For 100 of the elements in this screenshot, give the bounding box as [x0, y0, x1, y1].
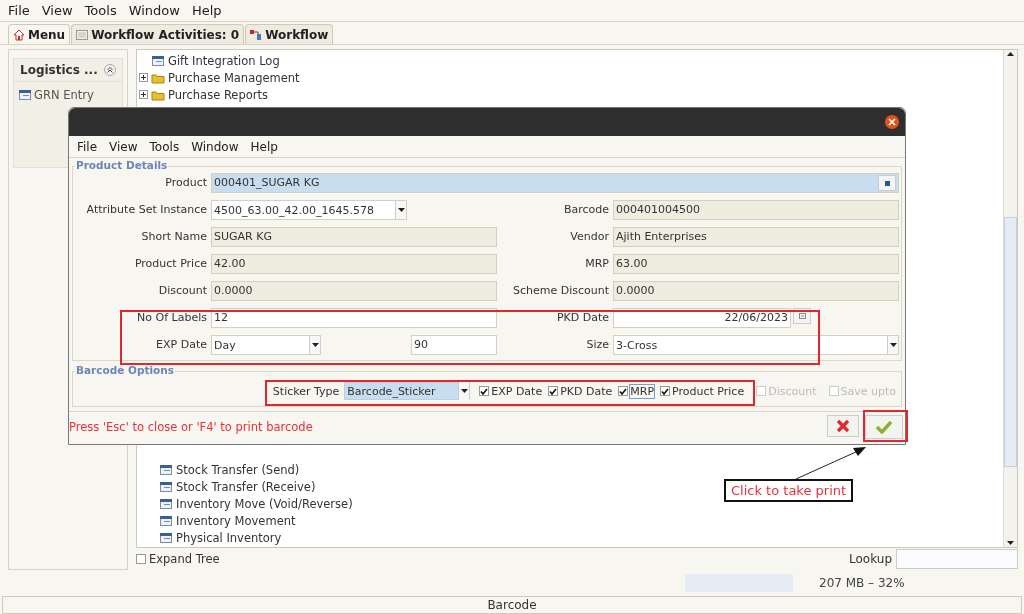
input-field[interactable]: 000401_SUGAR KG — [211, 173, 899, 193]
calendar-icon — [798, 313, 806, 319]
date-field[interactable]: 22/06/2023 — [613, 308, 791, 328]
field-label: Product Price — [133, 256, 207, 272]
input-field: SUGAR KG — [211, 227, 497, 247]
folder-icon — [151, 88, 165, 101]
field-label: MRP — [584, 256, 609, 272]
callout-label: Click to take print — [724, 479, 854, 502]
menu-item[interactable]: Window — [122, 3, 186, 18]
close-button[interactable] — [885, 115, 899, 129]
window-icon — [159, 531, 173, 544]
menu-item[interactable]: Tools — [78, 3, 123, 18]
checkbox[interactable] — [618, 386, 629, 396]
scrollbar[interactable] — [1003, 50, 1017, 548]
dropdown[interactable]: Barcode_Sticker — [344, 382, 471, 400]
check-icon — [875, 419, 893, 434]
field-label: Scheme Discount — [511, 283, 609, 299]
checkbox-label: Discount — [768, 384, 817, 398]
scroll-down-icon[interactable] — [1004, 539, 1017, 547]
dropdown[interactable]: 4500_63.00_42.00_1645.578 — [211, 200, 407, 220]
caret-icon — [311, 343, 319, 347]
input-field: 63.00 — [613, 254, 899, 274]
tree-item[interactable]: Inventory Movement — [157, 512, 296, 530]
check-icon — [619, 387, 628, 395]
window-icon — [159, 463, 173, 476]
checkbox-label[interactable]: Expand Tree — [149, 552, 220, 566]
expand-icon[interactable] — [139, 73, 148, 82]
tab[interactable]: Workflow Activities: 0 — [71, 24, 245, 44]
field-label: Attribute Set Instance — [85, 202, 207, 218]
home-icon — [13, 28, 25, 41]
input-field[interactable]: 90 — [411, 335, 497, 355]
caret-icon — [460, 389, 468, 393]
section-title: Product Details — [75, 159, 169, 171]
input-field: 0.0000 — [211, 281, 497, 301]
input-field: 000401004500 — [613, 200, 899, 220]
field-label: EXP Date — [155, 337, 207, 353]
checkbox-label[interactable]: EXP Date — [491, 384, 543, 398]
sidebar-title: Logistics ... — [20, 63, 98, 77]
checkbox[interactable] — [660, 386, 671, 396]
field-label: Short Name — [140, 229, 207, 245]
checkbox-label[interactable]: Product Price — [672, 384, 745, 398]
menu-item[interactable]: View — [35, 3, 79, 18]
dropdown[interactable]: Day — [211, 335, 321, 355]
tree-item[interactable]: Physical Inventory — [157, 529, 282, 547]
window-icon — [18, 89, 32, 101]
menu-item[interactable]: File — [2, 3, 36, 18]
sidebar-item[interactable]: GRN Entry — [14, 82, 122, 108]
checkbox[interactable] — [479, 386, 490, 396]
input-field: 42.00 — [211, 254, 497, 274]
check-icon — [661, 387, 670, 395]
folder-icon — [151, 71, 165, 84]
menu-item[interactable]: Help — [244, 139, 284, 154]
caret-icon — [397, 208, 405, 212]
section-title: Barcode Options — [75, 364, 175, 376]
field-label: Discount — [157, 283, 207, 299]
list-icon — [76, 28, 89, 41]
memory-usage: 207 MB – 32% — [819, 576, 905, 590]
dropdown[interactable]: 3-Cross — [613, 335, 899, 355]
checkbox[interactable] — [136, 554, 146, 564]
menu-item[interactable]: Tools — [143, 139, 186, 154]
cancel-button[interactable] — [827, 414, 859, 437]
tree-item[interactable]: Purchase Management — [137, 69, 300, 86]
lookup-field[interactable] — [896, 549, 1018, 569]
menu-item[interactable]: Help — [185, 3, 228, 18]
checkbox-label: Save upto — [840, 384, 896, 398]
field-label: Barcode — [562, 202, 609, 218]
menu-item[interactable]: View — [103, 139, 144, 154]
window-icon — [159, 497, 173, 510]
caret-icon — [889, 343, 897, 347]
checkbox-label[interactable]: MRP — [630, 384, 655, 398]
field-label: Vendor — [569, 229, 609, 245]
window-icon — [151, 54, 165, 67]
input-field: Ajith Enterprises — [613, 227, 899, 247]
expand-icon[interactable] — [139, 90, 148, 99]
scroll-up-icon[interactable] — [1004, 50, 1017, 58]
tab[interactable]: Menu — [8, 24, 71, 44]
checkbox[interactable] — [548, 386, 559, 396]
collapse-icon[interactable] — [104, 64, 116, 76]
check-icon — [549, 387, 558, 395]
field-label: PKD Date — [555, 310, 609, 326]
menu-item[interactable]: File — [71, 139, 104, 154]
close-icon — [836, 418, 850, 433]
tree-item[interactable]: Stock Transfer (Receive) — [157, 478, 316, 496]
tree-item[interactable]: Stock Transfer (Send) — [157, 461, 300, 479]
arrow — [795, 447, 866, 480]
tree-item[interactable]: Inventory Move (Void/Reverse) — [157, 495, 353, 513]
tree-item[interactable]: Purchase Reports — [137, 86, 268, 103]
menu-item[interactable]: Window — [185, 139, 245, 154]
flowchart-icon — [250, 28, 263, 41]
checkbox-label[interactable]: PKD Date — [560, 384, 613, 398]
input-field[interactable]: 12 — [211, 308, 497, 328]
input-field: 0.0000 — [613, 281, 899, 301]
field-label: Size — [585, 337, 609, 353]
check-icon — [480, 387, 489, 395]
tree-item[interactable]: Gift Integration Log — [137, 52, 280, 69]
status-bar: Barcode — [2, 596, 1022, 614]
lookup-button[interactable] — [878, 175, 896, 191]
tab[interactable]: Workflow — [245, 24, 334, 44]
highlight-box — [863, 410, 908, 442]
lookup-label: Lookup — [849, 552, 892, 566]
